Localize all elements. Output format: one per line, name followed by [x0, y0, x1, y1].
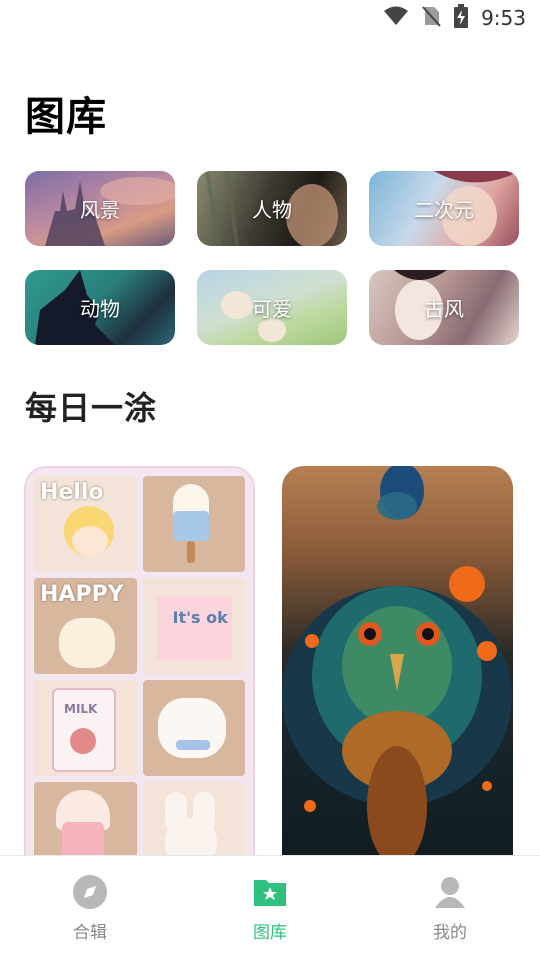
- category-people[interactable]: 人物: [197, 171, 347, 246]
- sticker-text: Hello: [40, 480, 104, 505]
- category-cute[interactable]: 可爱: [197, 270, 347, 345]
- gallery-folder-icon: [252, 874, 288, 910]
- tab-label: 图库: [253, 923, 287, 943]
- category-landscape[interactable]: 风景: [25, 171, 175, 246]
- category-label: 可爱: [252, 297, 292, 321]
- daily-card[interactable]: Hello HAPPY It's ok MILK: [24, 466, 255, 886]
- wifi-icon: [383, 6, 409, 30]
- status-icons: 9:53: [383, 4, 526, 32]
- tab-profile[interactable]: 我的: [360, 856, 540, 960]
- battery-charging-icon: [453, 4, 469, 32]
- compass-icon: [72, 874, 108, 910]
- page-title: 图库: [25, 94, 107, 140]
- sticker-text: HAPPY: [40, 582, 124, 607]
- category-label: 人物: [252, 198, 292, 222]
- sticker-tile: It's ok: [142, 578, 245, 674]
- status-bar: 9:53: [0, 0, 540, 36]
- section-title-daily: 每日一涂: [25, 389, 158, 427]
- category-label: 风景: [80, 198, 120, 222]
- category-animals[interactable]: 动物: [25, 270, 175, 345]
- category-anime[interactable]: 二次元: [369, 171, 519, 246]
- peacock-artwork: [282, 466, 512, 866]
- sticker-tile: [142, 680, 245, 776]
- category-label: 二次元: [414, 198, 474, 222]
- tab-gallery[interactable]: 图库: [180, 856, 360, 960]
- status-time: 9:53: [481, 6, 526, 30]
- sticker-tile: HAPPY: [34, 578, 137, 674]
- tab-collections[interactable]: 合辑: [0, 856, 180, 960]
- sticker-grid: Hello HAPPY It's ok MILK: [34, 476, 245, 878]
- category-label: 古风: [424, 297, 464, 321]
- tab-label: 合辑: [73, 923, 107, 943]
- tab-label: 我的: [433, 923, 467, 943]
- sticker-tile: Hello: [34, 476, 137, 572]
- sticker-tile: MILK: [34, 680, 137, 776]
- category-label: 动物: [80, 297, 120, 321]
- sticker-tile: [142, 476, 245, 572]
- sticker-text: It's ok: [172, 608, 228, 627]
- user-icon: [432, 874, 468, 910]
- no-sim-icon: [421, 5, 441, 31]
- sticker-text: MILK: [64, 702, 98, 716]
- bottom-tab-bar: 合辑 图库 我的: [0, 855, 540, 960]
- daily-card[interactable]: [282, 466, 513, 886]
- category-ancient-style[interactable]: 古风: [369, 270, 519, 345]
